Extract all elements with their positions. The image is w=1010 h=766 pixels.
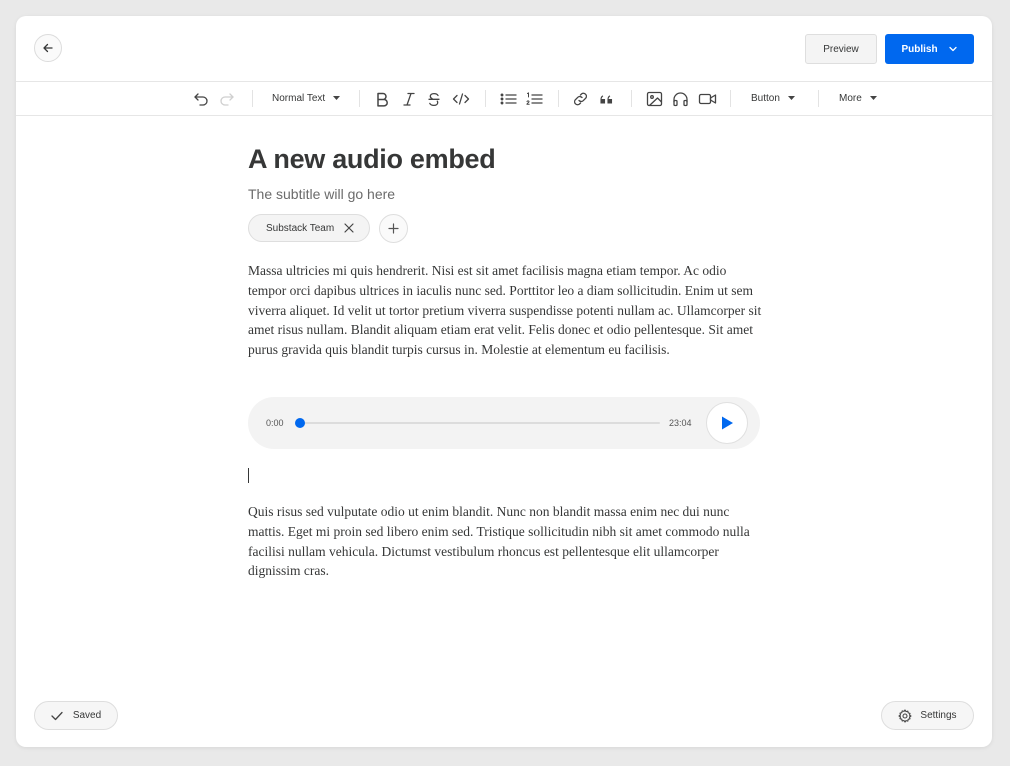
strikethrough-button[interactable] — [427, 90, 441, 107]
redo-button[interactable] — [219, 90, 235, 107]
author-name: Substack Team — [266, 222, 335, 234]
button-dropdown[interactable]: Button — [751, 90, 795, 107]
undo-icon — [194, 92, 208, 106]
caret-down-icon — [869, 96, 877, 100]
toolbar-divider — [252, 90, 253, 107]
current-time: 0:00 — [266, 418, 284, 428]
audio-progress-thumb[interactable] — [295, 418, 305, 428]
toolbar-divider — [359, 90, 360, 107]
caret-down-icon — [333, 96, 341, 100]
video-icon — [698, 93, 717, 104]
post-title[interactable]: A new audio embed — [248, 144, 496, 175]
bullet-list-button[interactable] — [500, 90, 517, 107]
close-icon[interactable] — [344, 223, 354, 233]
bold-button[interactable] — [375, 90, 389, 107]
chevron-down-icon — [948, 46, 957, 52]
image-button[interactable] — [646, 90, 663, 107]
duration: 23:04 — [669, 418, 692, 428]
link-icon — [573, 92, 588, 105]
toolbar-divider — [631, 90, 632, 107]
strikethrough-icon — [428, 92, 440, 106]
code-button[interactable] — [452, 90, 470, 107]
toolbar-divider — [558, 90, 559, 107]
audio-player: 0:00 23:04 — [248, 397, 760, 449]
audio-progress-track[interactable] — [296, 422, 660, 424]
publish-button[interactable]: Publish — [885, 34, 974, 64]
text-style-label: Normal Text — [272, 93, 326, 104]
bold-icon — [377, 92, 388, 107]
code-icon — [452, 92, 470, 105]
publish-label: Publish — [901, 43, 938, 55]
play-button[interactable] — [706, 402, 748, 444]
toolbar-divider — [730, 90, 731, 107]
body-paragraph[interactable]: Quis risus sed vulputate odio ut enim bl… — [248, 502, 763, 581]
plus-icon — [388, 223, 399, 234]
settings-button[interactable]: Settings — [881, 701, 974, 730]
more-dropdown[interactable]: More — [839, 90, 877, 107]
button-menu-label: Button — [751, 93, 780, 104]
play-icon — [722, 416, 733, 430]
numbered-list-icon — [526, 91, 543, 105]
image-icon — [646, 91, 663, 106]
body-paragraph[interactable]: Massa ultricies mi quis hendrerit. Nisi … — [248, 261, 763, 360]
text-style-dropdown[interactable]: Normal Text — [272, 90, 341, 107]
caret-down-icon — [787, 96, 795, 100]
undo-button[interactable] — [193, 90, 209, 107]
toolbar-divider — [485, 90, 486, 107]
quote-icon — [600, 94, 613, 104]
numbered-list-button[interactable] — [526, 90, 543, 107]
saved-label: Saved — [72, 710, 102, 721]
link-button[interactable] — [572, 90, 589, 107]
audio-button[interactable] — [672, 90, 689, 107]
settings-label: Settings — [920, 710, 957, 721]
redo-icon — [220, 92, 234, 106]
arrow-left-icon — [43, 43, 53, 53]
checkmark-icon — [51, 711, 63, 720]
bullet-list-icon — [500, 93, 517, 104]
author-chip[interactable]: Substack Team — [248, 214, 370, 242]
editor-window: Preview Publish Normal Text Button More … — [16, 16, 992, 747]
add-author-button[interactable] — [379, 214, 408, 243]
top-bar: Preview Publish — [16, 16, 992, 82]
back-button[interactable] — [34, 34, 62, 62]
italic-button[interactable] — [402, 90, 416, 107]
more-menu-label: More — [839, 93, 862, 104]
italic-icon — [403, 92, 415, 106]
gear-icon — [898, 708, 912, 723]
text-cursor — [248, 468, 249, 483]
video-button[interactable] — [698, 90, 717, 107]
post-subtitle[interactable]: The subtitle will go here — [248, 186, 395, 202]
toolbar-divider — [818, 90, 819, 107]
quote-button[interactable] — [600, 90, 614, 107]
formatting-toolbar: Normal Text Button More — [16, 82, 992, 116]
preview-button[interactable]: Preview — [805, 34, 877, 64]
audio-icon — [673, 91, 688, 106]
saved-status: Saved — [34, 701, 118, 730]
